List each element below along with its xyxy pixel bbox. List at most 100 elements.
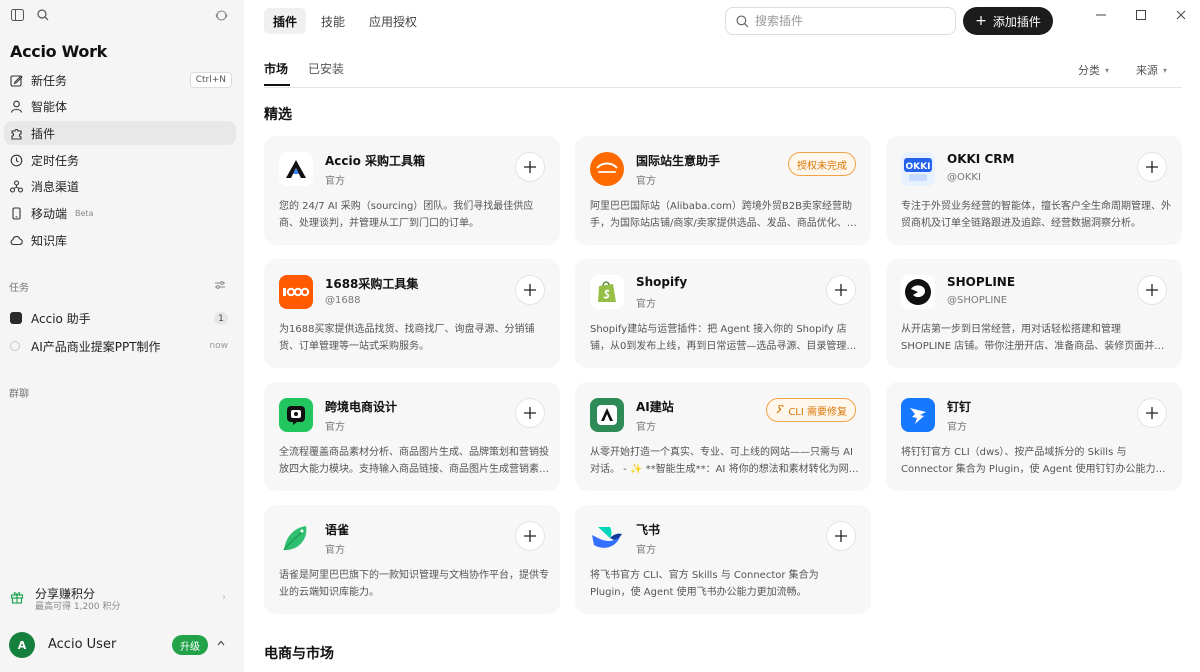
accio-logo-icon xyxy=(279,152,313,186)
sidebar-toggle-icon[interactable] xyxy=(10,8,24,22)
plugin-card[interactable]: 飞书 官方 将飞书官方 CLI、官方 Skills 与 Connector 集合… xyxy=(575,505,871,614)
add-plugin-icon[interactable] xyxy=(1137,275,1167,305)
plugin-card[interactable]: Accio 采购工具箱 官方 您的 24/7 AI 采购（sourcing）团队… xyxy=(264,136,560,245)
mobile-icon xyxy=(12,207,21,220)
add-plugin-icon[interactable] xyxy=(515,275,545,305)
support-icon[interactable] xyxy=(214,8,228,22)
plugin-card[interactable]: 钉钉 官方 将钉钉官方 CLI（dws）、按产品域拆分的 Skills 与 Co… xyxy=(886,382,1182,491)
plugin-name: 飞书 xyxy=(636,523,661,537)
user-profile[interactable]: A Accio User 升级 xyxy=(9,632,235,658)
add-plugin-icon[interactable] xyxy=(826,521,856,551)
gift-icon xyxy=(10,590,24,604)
plugin-card[interactable]: SHOPLINE @SHOPLINE 从开店第一步到日常经营，用对话轻松搭建和管… xyxy=(886,259,1182,368)
plugin-publisher: 官方 xyxy=(636,176,656,187)
add-plugin-icon[interactable] xyxy=(515,398,545,428)
plugin-name: Shopify xyxy=(636,275,688,289)
plugin-card[interactable]: 跨境电商设计 官方 全流程覆盖商品素材分析、商品图片生成、品牌策划和营销投放四大… xyxy=(264,382,560,491)
search-icon[interactable] xyxy=(36,8,50,22)
nav-plugins[interactable]: 插件 xyxy=(4,121,236,146)
cli-repair-badge[interactable]: CLI 需要修复 xyxy=(766,398,856,422)
sidebar-top-controls xyxy=(10,8,50,22)
plugin-card[interactable]: Shopify 官方 Shopify建站与运营插件：把 Agent 接入你的 S… xyxy=(575,259,871,368)
section-title-featured: 精选 xyxy=(264,107,292,123)
add-plugin-icon[interactable] xyxy=(1137,152,1167,182)
header-tabs: 插件 技能 应用授权 xyxy=(264,8,426,34)
nav-agents[interactable]: 智能体 xyxy=(4,95,236,119)
ai-site-logo-icon xyxy=(590,398,624,432)
subtab-market[interactable]: 市场 xyxy=(264,60,288,77)
plugin-description: 从开店第一步到日常经营，用对话轻松搭建和管理 SHOPLINE 店铺。带你注册开… xyxy=(901,324,1165,352)
add-plugin-button[interactable]: + 添加插件 xyxy=(963,7,1053,35)
svg-text:OKKI: OKKI xyxy=(906,162,931,172)
tasks-section-label: 任务 xyxy=(9,283,29,294)
task-item[interactable]: Accio 助手 1 xyxy=(4,307,236,329)
task-item[interactable]: AI产品商业提案PPT制作 now xyxy=(4,335,236,357)
plus-icon: + xyxy=(975,13,987,29)
add-plugin-icon[interactable] xyxy=(1137,398,1167,428)
plugin-description: 将钉钉官方 CLI（dws）、按产品域拆分的 Skills 与 Connecto… xyxy=(901,447,1166,475)
tab-plugins[interactable]: 插件 xyxy=(264,8,307,34)
sidebar-nav: 新任务 Ctrl+N 智能体 插件 定时任务 消息渠道 移动端 Beta 知识库 xyxy=(4,68,236,255)
cli-repair-label: CLI 需要修复 xyxy=(788,406,847,418)
plugin-publisher: 官方 xyxy=(325,176,345,187)
nav-new-task[interactable]: 新任务 Ctrl+N xyxy=(4,68,236,92)
plugin-name: 跨境电商设计 xyxy=(325,400,398,414)
search-box[interactable] xyxy=(725,7,956,35)
filter-icon[interactable] xyxy=(214,279,226,291)
tab-app-auth[interactable]: 应用授权 xyxy=(360,8,426,34)
subtab-installed[interactable]: 已安装 xyxy=(308,60,344,77)
puzzle-icon xyxy=(11,128,22,140)
close-icon[interactable] xyxy=(1174,8,1188,22)
nav-knowledge-base[interactable]: 知识库 xyxy=(4,228,236,252)
share-subtitle: 最高可得 1,200 积分 xyxy=(35,602,121,612)
category-filter-dropdown[interactable]: 分类 ▾ xyxy=(1078,62,1109,78)
plugin-description: 为1688买家提供选品找货、找商找厂、询盘寻源、分销铺货、订单管理等一站式采购服… xyxy=(279,324,535,352)
dropdown-label: 分类 xyxy=(1078,64,1100,77)
plugin-publisher: 官方 xyxy=(947,422,967,433)
plugin-card[interactable]: 国际站生意助手 官方 阿里巴巴国际站（Alibaba.com）跨境外贸B2B卖家… xyxy=(575,136,871,245)
nav-message-channels[interactable]: 消息渠道 xyxy=(4,175,236,199)
plugin-description: 阿里巴巴国际站（Alibaba.com）跨境外贸B2B卖家经营助手，为国际站店铺… xyxy=(590,201,857,229)
nav-label: 智能体 xyxy=(31,100,68,115)
chevron-up-icon[interactable] xyxy=(215,637,227,649)
search-icon xyxy=(736,14,749,27)
yuque-logo-icon xyxy=(279,521,313,555)
maximize-icon[interactable] xyxy=(1134,8,1148,22)
plugin-publisher: @1688 xyxy=(325,295,361,306)
nav-scheduled-tasks[interactable]: 定时任务 xyxy=(4,148,236,172)
nav-label: 移动端 xyxy=(31,206,68,221)
search-input[interactable] xyxy=(755,14,935,28)
wrench-icon xyxy=(776,405,784,414)
upgrade-button[interactable]: 升级 xyxy=(172,635,208,655)
add-plugin-icon[interactable] xyxy=(515,152,545,182)
design-logo-icon xyxy=(279,398,313,432)
beta-badge: Beta xyxy=(75,208,94,218)
nav-mobile[interactable]: 移动端 Beta xyxy=(4,201,236,225)
plugin-publisher: 官方 xyxy=(636,422,656,433)
chevron-right-icon: › xyxy=(222,592,226,603)
plugin-name: 1688采购工具集 xyxy=(325,277,419,291)
share-earn-points[interactable]: 分享赚积分 最高可得 1,200 积分 › xyxy=(10,584,234,614)
plugin-card[interactable]: 语雀 官方 语雀是阿里巴巴旗下的一款知识管理与文档协作平台，提供专业的云端知识库… xyxy=(264,505,560,614)
sidebar: Accio Work 新任务 Ctrl+N 智能体 插件 定时任务 消息渠道 移… xyxy=(0,0,244,672)
group-chat-section-label: 群聊 xyxy=(9,389,29,400)
tab-skills[interactable]: 技能 xyxy=(312,8,354,34)
source-filter-dropdown[interactable]: 来源 ▾ xyxy=(1136,62,1167,78)
nav-label: 知识库 xyxy=(31,233,68,248)
task-status-icon xyxy=(10,341,20,351)
plugin-card[interactable]: 1688采购工具集 @1688 为1688买家提供选品找货、找商找厂、询盘寻源、… xyxy=(264,259,560,368)
auth-incomplete-badge[interactable]: 授权未完成 xyxy=(788,152,856,176)
plugin-name: SHOPLINE xyxy=(947,275,1016,289)
add-plugin-icon[interactable] xyxy=(826,275,856,305)
plugin-publisher: 官方 xyxy=(636,545,656,556)
plugin-description: Shopify建站与运营插件：把 Agent 接入你的 Shopify 店铺，从… xyxy=(590,324,857,352)
main-panel: 插件 技能 应用授权 + 添加插件 市场 已安装 分类 ▾ 来源 ▾ 精选 xyxy=(244,0,1200,672)
minimize-icon[interactable] xyxy=(1094,8,1108,22)
clock-icon xyxy=(10,154,23,166)
plugin-description: 将飞书官方 CLI、官方 Skills 与 Connector 集合为 Plug… xyxy=(590,570,819,598)
plugin-card[interactable]: OKKI OKKI CRM @OKKI 专注于外贸业务经营的智能体，擅长客户全生… xyxy=(886,136,1182,245)
plugin-card[interactable]: AI建站 官方 从零开始打造一个真实、专业、可上线的网站——只需与 AI 对话。… xyxy=(575,382,871,491)
plugin-name: 语雀 xyxy=(325,523,350,537)
plugin-publisher: 官方 xyxy=(325,422,345,433)
add-plugin-icon[interactable] xyxy=(515,521,545,551)
